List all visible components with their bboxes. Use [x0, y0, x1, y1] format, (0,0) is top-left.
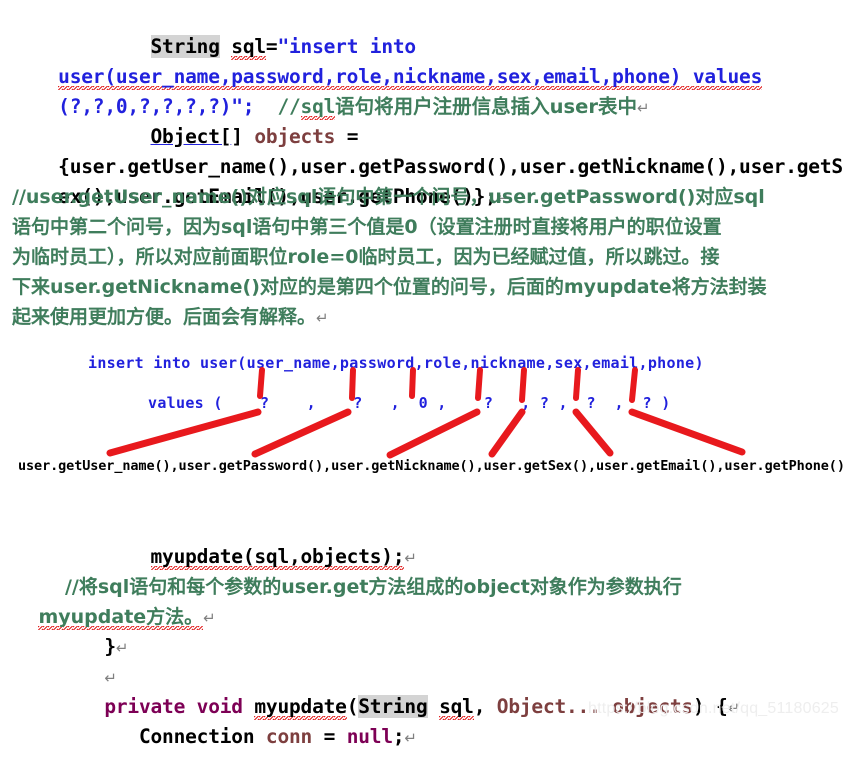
diagram-arrow-overlay	[106, 367, 746, 459]
comment-block-line-4: 下来user.getNickname()对应的是第四个位置的问号，后面的myup…	[12, 276, 767, 298]
sql-parameter-mapping-diagram: insert into user(user_name,password,role…	[0, 340, 847, 490]
vertical-connector-group	[257, 367, 638, 403]
operator-equals: =	[312, 725, 347, 748]
connector-password-vertical	[349, 367, 356, 401]
diagonal-connector-group	[106, 408, 746, 459]
type-connection: Connection	[138, 725, 255, 748]
paragraph-mark: ↵	[203, 609, 216, 627]
watermark: https://blog.csdn.net/qq_51180625	[588, 700, 839, 717]
comment-block-line-3: 为临时员工），所以对应前面职位role=0临时员工，因为已经赋过值，所以跳过。接	[12, 246, 720, 268]
param-name-sql: sql	[439, 695, 474, 720]
literal-null: null	[346, 725, 393, 748]
paragraph-mark: ↵	[404, 729, 417, 747]
comment-text-cn: 语句将用户注册信息插入user表中	[335, 95, 638, 118]
paragraph-mark: ↵	[316, 309, 329, 327]
comment-block-line-5-text: 起来使用更加方便。后面会有解释。	[12, 306, 317, 328]
connector-email-diagonal	[572, 408, 614, 457]
document-page: String sql="insert into user(user_name,p…	[0, 0, 847, 748]
connector-user-name-diagonal	[106, 408, 262, 457]
paragraph-mark: ↵	[637, 99, 650, 117]
connector-phone-diagonal	[628, 408, 746, 456]
connector-password-diagonal	[251, 408, 352, 458]
connector-role-vertical	[409, 367, 416, 399]
paragraph-mark: ↵	[115, 639, 129, 657]
param-separator: ,	[473, 695, 497, 718]
connector-sex-vertical	[519, 367, 527, 403]
connector-user-name-vertical	[257, 367, 265, 399]
connector-phone-vertical	[629, 367, 638, 403]
connector-sex-diagonal	[488, 408, 526, 458]
connector-email-vertical	[573, 367, 581, 401]
comment-block-line-2: 语句中第二个问号，因为sql语句中第三个值是0（设置注册时直接将用户的职位设置	[12, 216, 722, 238]
connector-nickname-diagonal	[386, 408, 481, 459]
code-line-connection-declaration: Connection conn = null;↵	[12, 692, 417, 783]
comment-block-line-1: //user.getUser_name()对应sql语句中第一个问号，user.…	[12, 186, 765, 208]
connector-nickname-vertical	[475, 367, 483, 401]
variable-conn: conn	[265, 725, 313, 748]
paragraph-mark-standalone-1: ↵	[806, 482, 847, 573]
comment-block-line-5: 起来使用更加方便。后面会有解释。↵	[12, 302, 329, 333]
semicolon: ;	[392, 725, 405, 748]
